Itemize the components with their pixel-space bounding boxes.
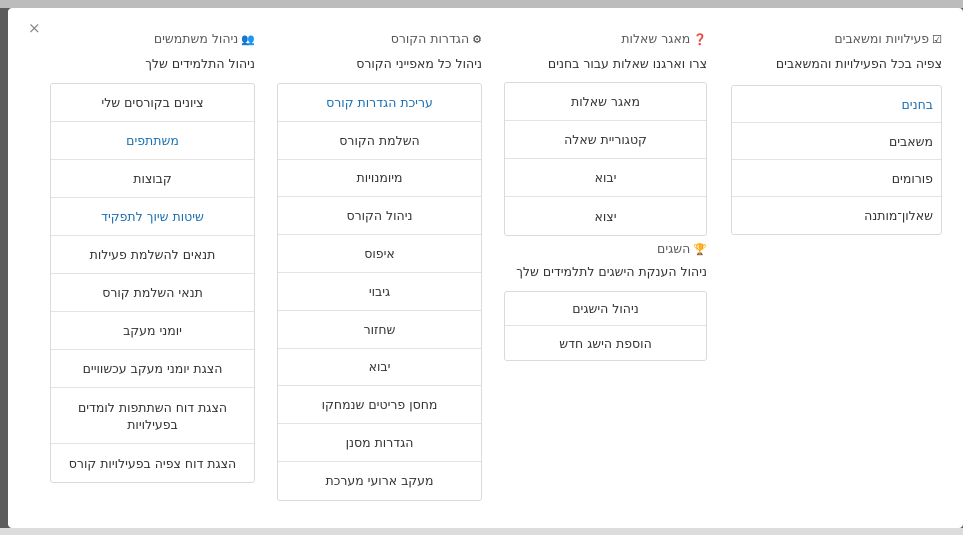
users-item[interactable]: יומני מעקב bbox=[51, 312, 254, 350]
course-settings-item[interactable]: מיומנויות bbox=[278, 160, 481, 198]
users-item[interactable]: קבוצות bbox=[51, 160, 254, 198]
users-item[interactable]: הצגת יומני מעקב עכשוויים bbox=[51, 350, 254, 388]
users-item[interactable]: שיטות שיוך לתפקיד bbox=[51, 198, 254, 236]
activities-item[interactable]: שאלון־מותנה bbox=[732, 197, 941, 234]
backdrop-top bbox=[0, 0, 963, 8]
column-question-bank: ❓מאגר שאלות צרו וארגנו שאלות עבור בחנים … bbox=[504, 30, 707, 361]
backdrop-bottom bbox=[0, 528, 963, 535]
course-settings-item[interactable]: השלמת הקורס bbox=[278, 122, 481, 160]
activities-item[interactable]: משאבים bbox=[732, 123, 941, 160]
check-square-icon: ☑ bbox=[932, 33, 942, 46]
cogs-icon: ⚙ bbox=[472, 33, 482, 46]
column-question-bank-title: ❓מאגר שאלות bbox=[621, 31, 707, 46]
question-circle-icon: ❓ bbox=[693, 33, 707, 46]
course-settings-item[interactable]: שחזור bbox=[278, 311, 481, 349]
column-activities-description: צפיה בכל הפעילויות והמשאבים bbox=[775, 56, 942, 71]
question-bank-list: מאגר שאלות קטגוריית שאלה יבוא יצוא bbox=[504, 82, 707, 236]
users-item[interactable]: הצגת דוח השתתפות לומדים בפעילויות bbox=[51, 388, 254, 444]
activities-list: בחנים משאבים פורומים שאלון־מותנה bbox=[731, 85, 942, 235]
course-settings-item[interactable]: מחסן פריטים שנמחקו bbox=[278, 386, 481, 425]
column-activities: ☑פעילויות ומשאבים צפיה בכל הפעילויות והמ… bbox=[731, 30, 942, 235]
course-settings-item[interactable]: מעקב ארועי מערכת bbox=[278, 462, 481, 500]
column-users-title: 👥ניהול משתמשים bbox=[153, 31, 255, 46]
course-settings-item[interactable]: גיבוי bbox=[278, 273, 481, 311]
course-settings-list: עריכת הגדרות קורס השלמת הקורס מיומנויות ניה… bbox=[277, 83, 482, 501]
trophy-icon: 🏆 bbox=[693, 243, 707, 256]
course-admin-modal: × ☑פעילויות ומשאבים צפיה בכל הפעילויות ו… bbox=[8, 8, 963, 528]
column-course-settings-title: ⚙הגדרות הקורס bbox=[390, 31, 482, 46]
users-list: ציונים בקורסים שלי משתתפים קבוצות שיטות שיו… bbox=[50, 83, 255, 483]
close-button[interactable]: × bbox=[28, 21, 41, 36]
question-bank-item[interactable]: יצוא bbox=[505, 197, 706, 235]
activities-item[interactable]: בחנים bbox=[732, 86, 941, 123]
badges-item[interactable]: ניהול הישגים bbox=[505, 292, 706, 326]
question-bank-item[interactable]: מאגר שאלות bbox=[505, 83, 706, 121]
activities-item[interactable]: פורומים bbox=[732, 160, 941, 197]
question-bank-item[interactable]: יבוא bbox=[505, 159, 706, 197]
users-item[interactable]: ציונים בקורסים שלי bbox=[51, 84, 254, 122]
column-course-settings-description: ניהול כל מאפייני הקורס bbox=[356, 56, 482, 71]
course-settings-item[interactable]: הגדרות מסנן bbox=[278, 424, 481, 462]
column-badges-title: 🏆השגים bbox=[657, 241, 707, 256]
question-bank-item[interactable]: קטגוריית שאלה bbox=[505, 121, 706, 159]
users-item[interactable]: תנאים להשלמת פעילות bbox=[51, 236, 254, 274]
column-badges-description: ניהול הענקת הישגים לתלמידים שלך bbox=[516, 264, 707, 279]
column-course-settings: ⚙הגדרות הקורס ניהול כל מאפייני הקורס ערי… bbox=[277, 30, 482, 501]
column-users: 👥ניהול משתמשים ניהול התלמידים שלך ציונים… bbox=[50, 30, 255, 483]
course-settings-item[interactable]: ניהול הקורס bbox=[278, 197, 481, 236]
course-settings-item[interactable]: איפוס bbox=[278, 235, 481, 273]
badges-list: ניהול הישגים הוספת הישג חדש bbox=[504, 291, 707, 361]
column-users-description: ניהול התלמידים שלך bbox=[145, 56, 255, 71]
course-settings-item[interactable]: יבוא bbox=[278, 349, 481, 387]
users-item[interactable]: הצגת דוח צפיה בפעילויות קורס bbox=[51, 444, 254, 482]
users-icon: 👥 bbox=[241, 33, 255, 46]
badges-item[interactable]: הוספת הישג חדש bbox=[505, 326, 706, 360]
column-question-bank-description: צרו וארגנו שאלות עבור בחנים bbox=[547, 56, 707, 71]
users-item[interactable]: תנאי השלמת קורס bbox=[51, 274, 254, 312]
users-item[interactable]: משתתפים bbox=[51, 122, 254, 160]
course-settings-item[interactable]: עריכת הגדרות קורס bbox=[278, 84, 481, 122]
column-activities-title: ☑פעילויות ומשאבים bbox=[834, 31, 942, 46]
